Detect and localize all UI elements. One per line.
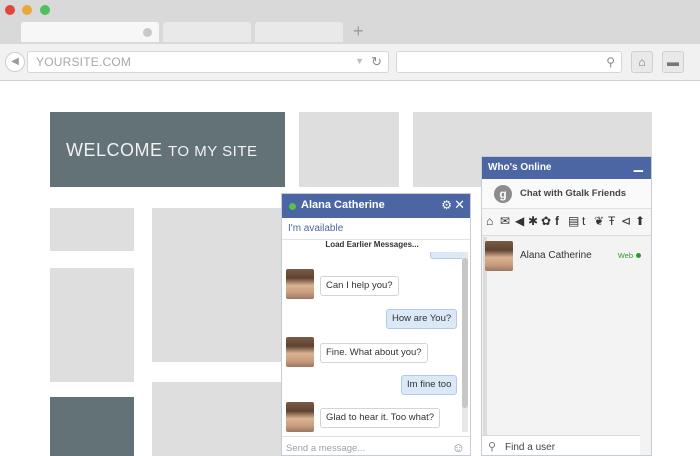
contact-status: Web	[617, 251, 633, 260]
message-input[interactable]: Send a message... ☺	[282, 436, 470, 455]
megaphone-icon[interactable]: ◀	[515, 214, 524, 228]
message-bubble: Fine. What about you?	[320, 343, 428, 363]
avatar	[286, 402, 314, 432]
dropdown-caret-icon[interactable]: ▼	[355, 56, 364, 66]
avatar	[286, 269, 314, 299]
search-icon[interactable]: ⚲	[606, 55, 615, 69]
tab-close-icon[interactable]	[143, 28, 152, 37]
content-block	[50, 268, 134, 382]
chat-scrollbar[interactable]	[462, 252, 468, 432]
gallery-icon[interactable]: ▤	[568, 214, 579, 228]
new-tab-icon[interactable]: +	[353, 22, 364, 40]
content-block	[152, 208, 287, 362]
status-text: I'm available	[288, 223, 344, 234]
share-icon[interactable]: ⊲	[621, 214, 631, 228]
whos-online-title: Who's Online	[488, 162, 552, 173]
whos-online-header[interactable]: Who's Online ▁	[482, 157, 651, 179]
close-icon[interactable]: ✕	[454, 197, 465, 213]
reload-icon[interactable]: ↻	[371, 54, 382, 70]
text-icon[interactable]: Ŧ	[608, 214, 615, 228]
avatar	[485, 241, 513, 271]
chat-header[interactable]: Alana Catherine ⚙ ✕	[282, 194, 470, 218]
address-bar[interactable]: YOURSITE.COM ▼ ↻	[27, 51, 389, 73]
emoji-icon[interactable]: ☺	[452, 440, 465, 455]
contact-item[interactable]: Alana Catherine Web	[482, 237, 651, 273]
browser-tab[interactable]	[255, 22, 343, 42]
scrollbar-thumb[interactable]	[462, 258, 468, 408]
home-button[interactable]: ⌂	[631, 51, 653, 73]
status-selector[interactable]: I'm available	[282, 218, 470, 240]
message-bubble: Glad to hear it. Too what?	[320, 408, 441, 428]
online-status-icon	[289, 203, 296, 210]
content-block	[50, 208, 134, 251]
maximize-window-icon[interactable]	[40, 5, 50, 15]
facebook-icon[interactable]: f	[555, 214, 559, 228]
close-window-icon[interactable]	[5, 5, 15, 15]
browser-tab[interactable]	[163, 22, 251, 42]
chat-contact-name: Alana Catherine	[301, 199, 385, 211]
whos-online-panel: Who's Online ▁ g Chat with Gtalk Friends…	[481, 156, 652, 456]
browser-toolbar: ◀ YOURSITE.COM ▼ ↻ ⚲ ⌂ ▬	[0, 44, 700, 81]
minimize-icon[interactable]: ▁	[634, 158, 643, 172]
browser-search-input[interactable]: ⚲	[396, 51, 622, 73]
content-block	[152, 382, 287, 456]
bird-icon[interactable]: ❦	[594, 214, 604, 228]
browser-tab-active[interactable]	[21, 22, 159, 42]
gtalk-connect-row[interactable]: g Chat with Gtalk Friends	[482, 179, 651, 209]
find-user-input[interactable]: ⚲ Find a user	[482, 435, 640, 455]
find-user-placeholder: Find a user	[505, 442, 556, 453]
welcome-banner: WELCOME TO MY SITE	[50, 112, 285, 187]
message-bubble: Im fine too	[401, 375, 458, 395]
chat-window: Alana Catherine ⚙ ✕ I'm available Load E…	[281, 193, 471, 456]
back-button[interactable]: ◀	[5, 52, 25, 72]
welcome-word: WELCOME	[66, 140, 163, 160]
content-block-dark	[50, 397, 134, 456]
tumblr-icon[interactable]: t	[582, 214, 585, 228]
gtalk-label: Chat with Gtalk Friends	[520, 188, 627, 199]
welcome-text: WELCOME TO MY SITE	[66, 140, 258, 161]
browser-window-frame: + ◀ YOURSITE.COM ▼ ↻ ⚲ ⌂ ▬	[0, 0, 700, 81]
upload-icon[interactable]: ⬆	[635, 214, 645, 228]
avatar	[286, 337, 314, 367]
menu-button[interactable]: ▬	[662, 51, 684, 73]
google-logo-icon: g	[494, 185, 512, 203]
minimize-window-icon[interactable]	[22, 5, 32, 15]
home-icon[interactable]: ⌂	[486, 214, 493, 228]
gear-small-icon[interactable]: ✿	[541, 214, 551, 228]
load-earlier-link[interactable]: Load Earlier Messages...	[282, 240, 462, 249]
message-bubble: How are You?	[386, 309, 458, 329]
online-status-icon	[636, 253, 641, 258]
message-placeholder: Send a message...	[286, 443, 366, 454]
welcome-subtitle: TO MY SITE	[168, 143, 258, 160]
search-icon: ⚲	[488, 441, 497, 453]
network-icons-row: ⌂ ✉ ◀ ✱ ✿ f ▤ t ❦ Ŧ ⊲ ⬆	[482, 209, 651, 236]
chat-bubbles-icon[interactable]: ✉	[500, 214, 510, 228]
message-bubble-partial	[430, 252, 464, 259]
content-block	[299, 112, 399, 187]
message-bubble: Can I help you?	[320, 276, 399, 296]
gear-icon[interactable]: ⚙	[441, 198, 452, 212]
url-text: YOURSITE.COM	[36, 55, 132, 69]
star-icon[interactable]: ✱	[528, 214, 538, 228]
contact-name: Alana Catherine	[520, 250, 592, 261]
